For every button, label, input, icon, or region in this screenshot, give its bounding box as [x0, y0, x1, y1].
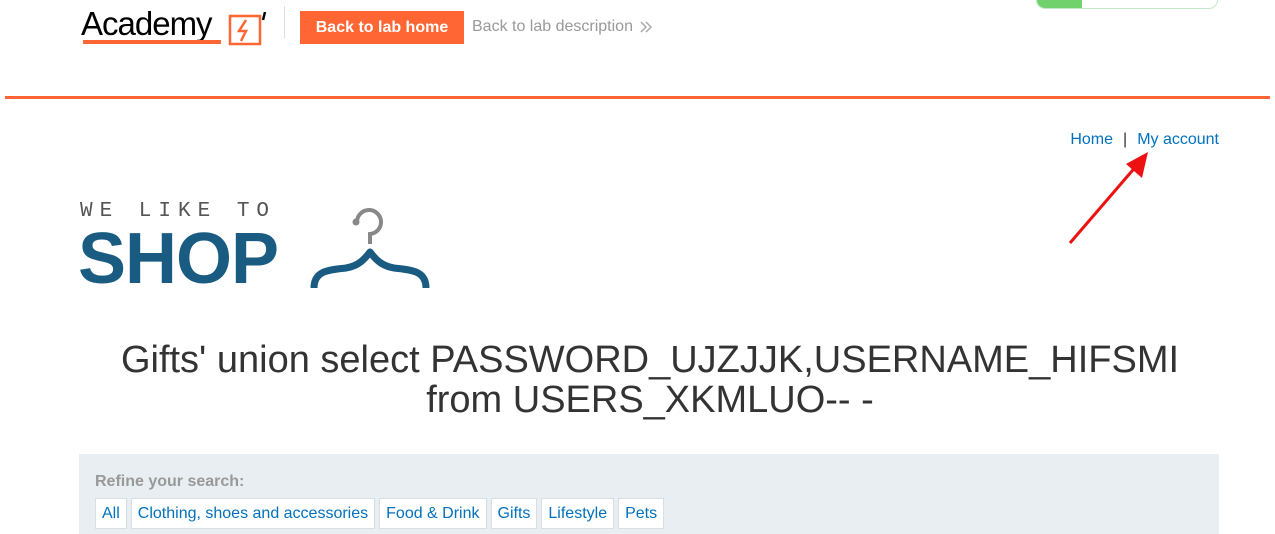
filter-category-lifestyle[interactable]: Lifestyle	[541, 498, 615, 529]
shop-logo-name: SHOP	[78, 219, 279, 299]
red-arrow-icon	[1068, 152, 1148, 244]
filter-label: Refine your search:	[95, 473, 245, 490]
hanger-icon	[310, 208, 430, 289]
academy-logo[interactable]: Academy	[81, 2, 276, 48]
back-to-lab-description-label: Back to lab description	[472, 18, 633, 35]
double-chevron-right-icon	[640, 21, 653, 33]
lab-status-bar	[1036, 0, 1218, 9]
filter-category-gifts[interactable]: Gifts	[490, 498, 538, 529]
home-link[interactable]: Home	[1070, 130, 1113, 150]
filter-category-all[interactable]: All	[95, 498, 127, 529]
nav-separator: |	[1123, 131, 1128, 148]
academy-logo-text: Academy	[81, 5, 213, 42]
page-title: Gifts' union select PASSWORD_UJZJJK,USER…	[80, 340, 1220, 420]
filter-category-food-drink[interactable]: Food & Drink	[379, 498, 487, 529]
filter-categories: All Clothing, shoes and accessories Food…	[95, 498, 665, 529]
page-title-line2: from USERS_XKMLUO-- -	[426, 379, 874, 421]
header-divider	[284, 6, 285, 38]
page-title-line1: Gifts' union select PASSWORD_UJZJJK,USER…	[120, 339, 1180, 381]
academy-header: Academy Back to lab home Back to lab des…	[0, 0, 1275, 99]
filter-category-pets[interactable]: Pets	[618, 498, 665, 529]
header-rule	[5, 96, 1270, 99]
shop-logo[interactable]: WE LIKE TO SHOP	[78, 198, 438, 298]
filter-category-clothing[interactable]: Clothing, shoes and accessories	[130, 498, 376, 529]
academy-logo-underline	[83, 40, 221, 44]
back-to-lab-description-link[interactable]: Back to lab description	[472, 17, 653, 37]
back-to-lab-home-button[interactable]: Back to lab home	[300, 11, 464, 44]
my-account-link[interactable]: My account	[1137, 130, 1219, 150]
lab-status-fill	[1037, 0, 1082, 8]
top-nav: Home | My account	[1070, 130, 1219, 150]
lightning-icon	[228, 12, 267, 46]
filter-panel: Refine your search: All Clothing, shoes …	[79, 454, 1219, 534]
